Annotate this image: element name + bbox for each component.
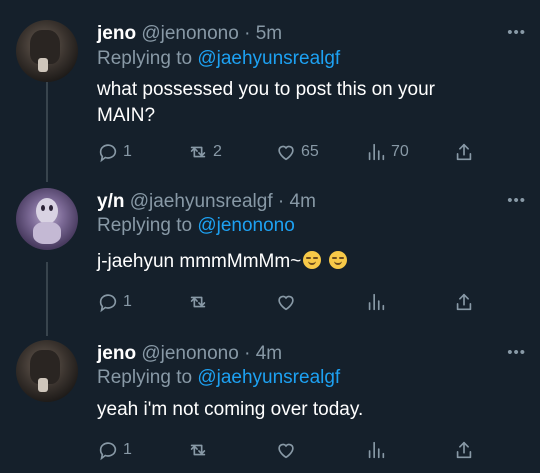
replying-to: Replying to @jaehyunsrealgf	[97, 366, 340, 390]
smirk-face-emoji	[328, 251, 347, 269]
like-icon	[278, 145, 294, 161]
tweet-text: what possessed you to post this on your …	[97, 79, 435, 126]
reply-icon	[99, 294, 117, 313]
views-button[interactable]	[365, 439, 387, 461]
tweet-actions: 1	[97, 291, 477, 315]
like-icon	[278, 443, 294, 459]
like-button[interactable]	[275, 439, 297, 461]
reply-count: 1	[123, 441, 132, 458]
share-button[interactable]	[453, 439, 475, 461]
replying-to: Replying to @jenonono	[97, 214, 295, 238]
tweet-text-row: j-jaehyun mmmMmMm~	[97, 249, 497, 275]
retweet-button[interactable]: 2	[187, 141, 222, 163]
share-icon	[456, 293, 472, 311]
tweet-text: j-jaehyun mmmMmMm~	[97, 251, 302, 272]
user-handle[interactable]: @jenonono	[141, 343, 238, 364]
tweet-actions: 1 2 65 70	[97, 141, 477, 165]
more-icon[interactable]: •••	[507, 24, 526, 41]
reply-count: 1	[123, 143, 132, 160]
share-icon	[456, 143, 472, 161]
replying-prefix: Replying to	[97, 48, 193, 69]
relieved-face-emoji	[303, 251, 322, 269]
replying-handle-link[interactable]: @jenonono	[197, 215, 294, 236]
display-name[interactable]: jeno	[97, 23, 136, 44]
retweet-icon	[190, 444, 206, 456]
avatar[interactable]	[16, 188, 78, 250]
timestamp[interactable]: · 4m	[278, 191, 316, 212]
retweet-button[interactable]	[187, 439, 209, 461]
like-button[interactable]	[275, 291, 297, 313]
views-button[interactable]	[365, 291, 387, 313]
views-icon	[368, 441, 385, 459]
display-name[interactable]: jeno	[97, 343, 136, 364]
share-button[interactable]	[453, 141, 475, 163]
like-count: 65	[301, 143, 319, 160]
more-icon[interactable]: •••	[507, 344, 526, 361]
retweet-button[interactable]	[187, 291, 209, 313]
like-icon	[278, 295, 294, 311]
reply-icon	[99, 144, 117, 163]
tweet-actions: 1	[97, 439, 477, 463]
user-handle[interactable]: @jenonono	[141, 23, 238, 44]
views-button[interactable]: 70	[365, 141, 409, 163]
tweet-header: y/n @jaehyunsrealgf · 4m	[97, 190, 316, 214]
tweet-text: yeah i'm not coming over today.	[97, 399, 364, 420]
views-icon	[368, 293, 385, 311]
reply-button[interactable]: 1	[97, 439, 132, 461]
user-handle[interactable]: @jaehyunsrealgf	[130, 191, 273, 212]
retweet-icon	[190, 146, 206, 158]
reply-button[interactable]: 1	[97, 141, 132, 163]
replying-handle-link[interactable]: @jaehyunsrealgf	[197, 367, 340, 388]
reply-icon	[99, 442, 117, 461]
replying-prefix: Replying to	[97, 367, 193, 388]
timestamp[interactable]: · 4m	[244, 343, 282, 364]
views-count: 70	[391, 143, 409, 160]
tweet[interactable]: jeno @jenonono · 4m ••• Replying to @jae…	[0, 340, 540, 473]
reply-button[interactable]: 1	[97, 291, 132, 313]
reply-count: 1	[123, 293, 132, 310]
display-name[interactable]: y/n	[97, 191, 124, 212]
like-button[interactable]: 65	[275, 141, 319, 163]
more-icon[interactable]: •••	[507, 192, 526, 209]
timestamp[interactable]: · 5m	[244, 23, 282, 44]
share-button[interactable]	[453, 291, 475, 313]
tweet-header: jeno @jenonono · 5m	[97, 22, 282, 46]
tweet-header: jeno @jenonono · 4m	[97, 342, 282, 366]
views-icon	[368, 143, 385, 161]
tweet[interactable]: y/n @jaehyunsrealgf · 4m ••• Replying to…	[0, 188, 540, 323]
retweet-count: 2	[213, 143, 222, 160]
replying-handle-link[interactable]: @jaehyunsrealgf	[197, 48, 340, 69]
avatar[interactable]	[16, 20, 78, 82]
avatar[interactable]	[16, 340, 78, 402]
replying-prefix: Replying to	[97, 215, 193, 236]
tweet[interactable]: jeno @jenonono · 5m ••• Replying to @jae…	[0, 20, 540, 170]
share-icon	[456, 441, 472, 459]
replying-to: Replying to @jaehyunsrealgf	[97, 47, 340, 71]
retweet-icon	[190, 296, 206, 308]
